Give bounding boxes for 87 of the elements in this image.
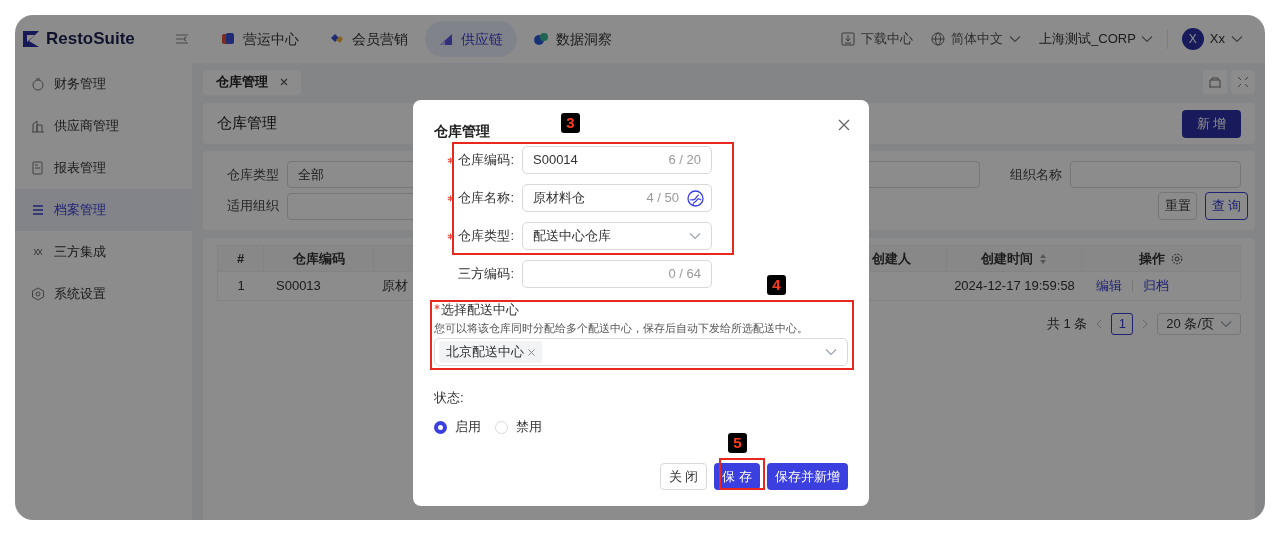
table-cell-text: 原材	[382, 277, 408, 296]
step-badge: 4	[767, 275, 786, 295]
chevron-down-icon	[825, 348, 837, 356]
field-label: 仓库编码:	[458, 151, 514, 170]
sidebar-item[interactable]: 系统设置	[15, 273, 192, 315]
nav-tab[interactable]: 会员营销	[316, 21, 422, 57]
sidebar-item[interactable]: 供应商管理	[15, 105, 192, 147]
field-label: 仓库类型	[226, 165, 280, 184]
sidebar-item[interactable]: 三方集成	[15, 231, 192, 273]
highlight-frame	[719, 458, 765, 490]
field-label: 组织名称	[1010, 165, 1063, 184]
input-field[interactable]: S00014 6 / 20	[522, 146, 712, 174]
multi-select-field[interactable]: 北京配送中心	[434, 338, 848, 366]
step-badge: 5	[728, 433, 747, 453]
total-count: 共 1 条	[1046, 315, 1088, 334]
collapse-menu-icon[interactable]	[175, 33, 189, 45]
archive-link[interactable]: 归档	[1143, 276, 1169, 296]
diamond-icon	[330, 32, 344, 46]
nav-tab[interactable]: 数据洞察	[520, 21, 626, 57]
logo-text: RestoSuite	[46, 28, 135, 51]
field-label: 选择配送中心	[441, 301, 519, 320]
field-label: 状态:	[433, 389, 465, 404]
cards-icon	[221, 32, 235, 46]
download-icon	[841, 32, 856, 46]
field-label: 适用组织	[226, 197, 280, 216]
avatar: X	[1181, 28, 1204, 50]
nav-tab[interactable]: 供应链	[425, 21, 517, 57]
expand-icon[interactable]	[1231, 70, 1255, 94]
help-text: 您可以将该仓库同时分配给多个配送中心，保存后自动下发给所选配送中心。	[434, 321, 809, 336]
logo-icon	[22, 30, 40, 48]
add-button[interactable]: 新 增	[1182, 109, 1241, 138]
column-header: 仓库编码	[264, 246, 374, 271]
reset-button[interactable]: 重置	[1158, 192, 1197, 220]
download-center-button[interactable]: 下载中心	[841, 29, 914, 49]
settings-icon[interactable]	[1171, 252, 1183, 265]
table-cell-text: 1	[236, 277, 246, 296]
sidebar-item[interactable]: 财务管理	[15, 63, 192, 105]
sort-icon	[1039, 252, 1047, 265]
buildings-icon	[31, 119, 45, 133]
nav-tab[interactable]: 营运中心	[207, 21, 313, 57]
column-header: #	[218, 246, 264, 271]
column-header: 创建时间	[947, 246, 1082, 271]
dialog-title: 仓库管理	[434, 122, 490, 141]
chevron-down-icon	[1231, 35, 1243, 43]
page-size-dropdown[interactable]: 20 条/页	[1157, 313, 1241, 335]
select-field[interactable]: 配送中心仓库	[522, 222, 712, 250]
step-badge: 3	[561, 113, 580, 133]
edit-link[interactable]: 编辑	[1096, 276, 1122, 296]
chevron-down-icon	[1220, 320, 1232, 328]
page-button[interactable]: 1	[1111, 313, 1134, 335]
language-dropdown[interactable]: 简体中文	[931, 29, 1022, 49]
page-tab[interactable]: 仓库管理	[203, 69, 301, 95]
field-label: 仓库类型:	[458, 227, 514, 246]
radio-option[interactable]: 启用	[434, 417, 481, 437]
field-label: 三方编码:	[458, 265, 514, 284]
user-menu[interactable]: X Xx	[1181, 28, 1243, 50]
circles-icon	[534, 32, 548, 46]
chevron-down-icon	[1140, 35, 1153, 43]
close-icon[interactable]	[280, 78, 288, 86]
page-title: 仓库管理	[217, 113, 277, 134]
globe-icon	[931, 32, 946, 46]
organization-dropdown[interactable]: 上海测试_CORP	[1039, 29, 1168, 49]
input-field[interactable]: 原材料仓 4 / 50	[522, 184, 712, 212]
chevron-left-icon[interactable]	[1095, 319, 1104, 329]
radio-option[interactable]: 禁用	[495, 417, 542, 437]
chevron-down-icon	[1009, 35, 1022, 43]
close-icon[interactable]	[838, 119, 850, 131]
settings-icon	[31, 287, 45, 301]
close-button[interactable]: 关 闭	[659, 463, 708, 490]
list-icon	[31, 203, 45, 217]
globe-icon[interactable]	[687, 189, 704, 207]
chevron-right-icon[interactable]	[1141, 319, 1150, 329]
document-icon	[31, 161, 45, 175]
search-button[interactable]: 查 询	[1205, 192, 1248, 220]
column-header: 操作	[1082, 246, 1240, 271]
building-icon[interactable]	[1203, 70, 1227, 94]
chevron-down-icon	[689, 232, 701, 240]
chart-icon	[439, 32, 453, 46]
table-cell-text: 2024-12-17 19:59:58	[953, 277, 1076, 296]
tag: 北京配送中心	[439, 341, 542, 363]
sidebar-item[interactable]: 档案管理	[15, 189, 192, 231]
table-cell-text: S00013	[275, 277, 322, 296]
sidebar-item[interactable]: 报表管理	[15, 147, 192, 189]
save-and-new-button[interactable]: 保存并新增	[767, 463, 848, 490]
remove-icon[interactable]	[528, 348, 535, 356]
input-field[interactable]: 0 / 64	[522, 260, 712, 288]
field-label: 仓库名称:	[458, 189, 514, 208]
